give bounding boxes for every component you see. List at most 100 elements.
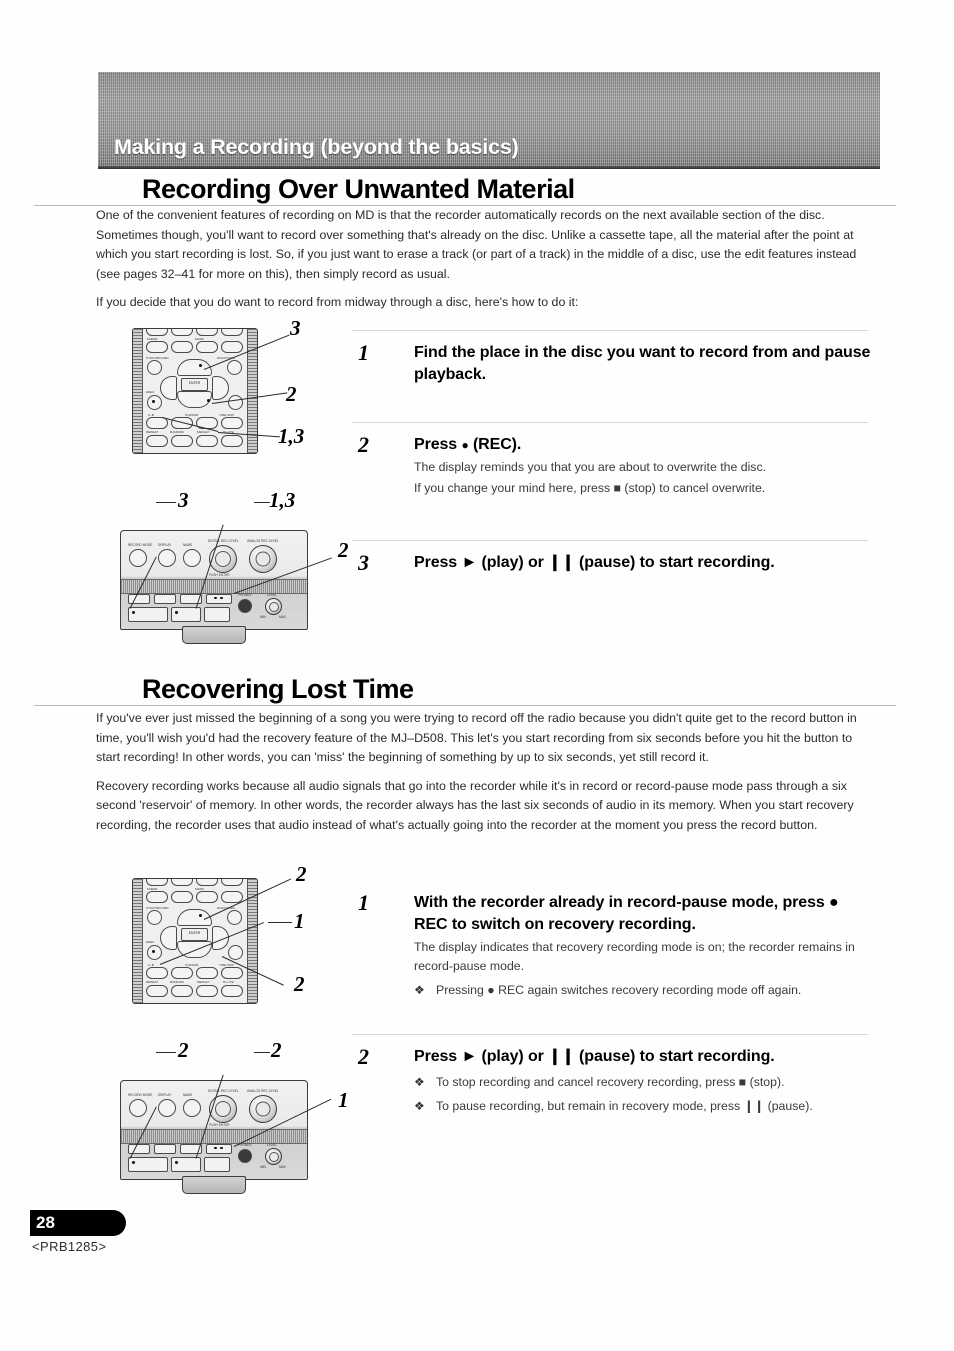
remote-button-plus10[interactable] xyxy=(171,341,193,353)
panel-button-pause[interactable] xyxy=(171,1157,201,1172)
remote-label-medley: MEDLEY xyxy=(197,980,210,984)
panel-button-clear[interactable] xyxy=(154,594,176,604)
remote-button-repeat[interactable] xyxy=(146,435,168,447)
remote-button-enter[interactable]: ENTER xyxy=(181,928,208,941)
panel-rec-marker-dot xyxy=(220,1146,223,1150)
panel-button-play[interactable] xyxy=(128,1157,168,1172)
panel-rec-marker-dot xyxy=(214,596,217,600)
remote-button-cursor-right[interactable] xyxy=(196,967,218,979)
panel-label-record-mode: RECORD MODE xyxy=(128,543,153,547)
panel-button-stop[interactable] xyxy=(204,1157,230,1172)
step-title: Press ● (REC). xyxy=(414,434,872,456)
panel-knob-level[interactable] xyxy=(265,598,282,615)
remote-button-random[interactable] xyxy=(171,435,193,447)
step-content: Press ► (play) or ❙❙ (pause) to start re… xyxy=(414,1046,872,1116)
remote-button-7[interactable] xyxy=(146,879,168,886)
remote-button-digi-chara[interactable] xyxy=(227,910,242,925)
remote-button-8[interactable] xyxy=(171,329,193,336)
remote-play-marker-dot xyxy=(199,364,202,367)
remote-button-hi-lite[interactable] xyxy=(221,985,243,997)
remote-button-synchro-rec[interactable] xyxy=(147,360,162,375)
step-note: The display reminds you that you are abo… xyxy=(414,460,767,474)
remote-button-7[interactable] xyxy=(146,329,168,336)
remote-button-synchro-rec[interactable] xyxy=(147,910,162,925)
panel-label-analog-rec-level: ANALOG REC LEVEL xyxy=(247,539,279,543)
panel-label-min: MIN xyxy=(260,615,266,619)
panel-button-rec[interactable] xyxy=(206,1144,232,1154)
leader-line xyxy=(254,502,270,503)
remote-button-0[interactable] xyxy=(221,879,243,886)
panel-button-display[interactable] xyxy=(158,1099,176,1117)
remote-button-9[interactable] xyxy=(196,879,218,886)
panel-knob-digital-rec-level[interactable] xyxy=(209,1095,237,1123)
remote-button-9[interactable] xyxy=(196,329,218,336)
remote-button-prev-track[interactable] xyxy=(160,926,177,950)
diagram-remote-top: FADER MARK SYNCHRO REC DIGI/CHARA ENTER xyxy=(118,318,348,472)
panel-vent-strip xyxy=(121,1129,307,1144)
remote-button-time-skip[interactable] xyxy=(221,967,243,979)
remote-button-cursor-left[interactable] xyxy=(171,967,193,979)
remote-button-plus10[interactable] xyxy=(171,891,193,903)
panel-play-marker-dot xyxy=(132,611,135,614)
panel-button-display[interactable] xyxy=(158,549,176,567)
panel-button-rec[interactable] xyxy=(206,594,232,604)
remote-button-greater10[interactable] xyxy=(221,341,243,353)
step-number: 1 xyxy=(358,340,369,365)
panel-body: RECORD MODE DISPLAY NAME DIGITAL REC LEV… xyxy=(120,530,308,630)
panel-play-marker-dot xyxy=(132,1161,135,1164)
remote-button-hi-lite[interactable] xyxy=(221,435,243,447)
front-panel: RECORD MODE DISPLAY NAME DIGITAL REC LEV… xyxy=(120,1080,308,1194)
panel-button-clear[interactable] xyxy=(154,1144,176,1154)
remote-button-random[interactable] xyxy=(171,985,193,997)
remote-button-digi-chara[interactable] xyxy=(227,360,242,375)
callout-2: 2 xyxy=(271,1038,282,1062)
panel-button-record-mode[interactable] xyxy=(129,549,147,567)
knob-inner xyxy=(255,1101,271,1117)
panel-knob-level[interactable] xyxy=(265,1148,282,1165)
knob-inner xyxy=(268,1151,279,1162)
callout-2: 2 xyxy=(286,382,297,406)
remote-button-fader[interactable] xyxy=(146,891,168,903)
remote-button-prev-track[interactable] xyxy=(160,376,177,400)
panel-label-display: DISPLAY xyxy=(158,1093,172,1097)
remote-button-enter[interactable]: ENTER xyxy=(181,378,208,391)
remote-button-medley[interactable] xyxy=(196,435,218,447)
paragraph: If you've ever just missed the beginning… xyxy=(96,711,857,764)
panel-label-record-mode: RECORD MODE xyxy=(128,1093,153,1097)
bullet-item: ❖ To stop recording and cancel recovery … xyxy=(414,1073,872,1092)
remote-button-pause[interactable] xyxy=(228,395,243,410)
callout-2: 2 xyxy=(294,972,305,996)
panel-button-name[interactable] xyxy=(183,549,201,567)
step-item: 2 Press ► (play) or ❙❙ (pause) to start … xyxy=(352,1034,872,1116)
paragraph: If you decide that you do want to record… xyxy=(96,295,579,309)
remote-button-0[interactable] xyxy=(221,329,243,336)
panel-jack-phones[interactable] xyxy=(238,599,252,613)
panel-knob-analog-rec-level[interactable] xyxy=(249,1095,277,1123)
remote-button-repeat[interactable] xyxy=(146,985,168,997)
panel-button-record-mode[interactable] xyxy=(129,1099,147,1117)
remote-label-medley: MEDLEY xyxy=(197,430,210,434)
remote-label-random: RANDOM xyxy=(170,980,184,984)
panel-button-name[interactable] xyxy=(183,1099,201,1117)
remote-button-10-0[interactable] xyxy=(196,341,218,353)
remote-button-a-b[interactable] xyxy=(146,967,168,979)
panel-label-min: MIN xyxy=(260,1165,266,1169)
remote-label-hi-lite: HI-LITE xyxy=(223,980,234,984)
remote-button-pause[interactable] xyxy=(228,945,243,960)
remote-button-next-track[interactable] xyxy=(212,376,229,400)
panel-knob-digital-rec-level[interactable] xyxy=(209,545,237,573)
paragraph: One of the convenient features of record… xyxy=(96,208,857,281)
panel-button-pause[interactable] xyxy=(171,607,201,622)
panel-knob-analog-rec-level[interactable] xyxy=(249,545,277,573)
remote-button-10-0[interactable] xyxy=(196,891,218,903)
panel-rec-marker-dot xyxy=(214,1146,217,1150)
remote-button-time-skip[interactable] xyxy=(221,417,243,429)
panel-button-stop[interactable] xyxy=(204,607,230,622)
remote-button-medley[interactable] xyxy=(196,985,218,997)
callout-1-3: 1,3 xyxy=(269,488,296,512)
panel-button-play[interactable] xyxy=(128,607,168,622)
remote-button-8[interactable] xyxy=(171,879,193,886)
panel-jack-phones[interactable] xyxy=(238,1149,252,1163)
remote-label-repeat: REPEAT xyxy=(146,430,159,434)
remote-button-fader[interactable] xyxy=(146,341,168,353)
